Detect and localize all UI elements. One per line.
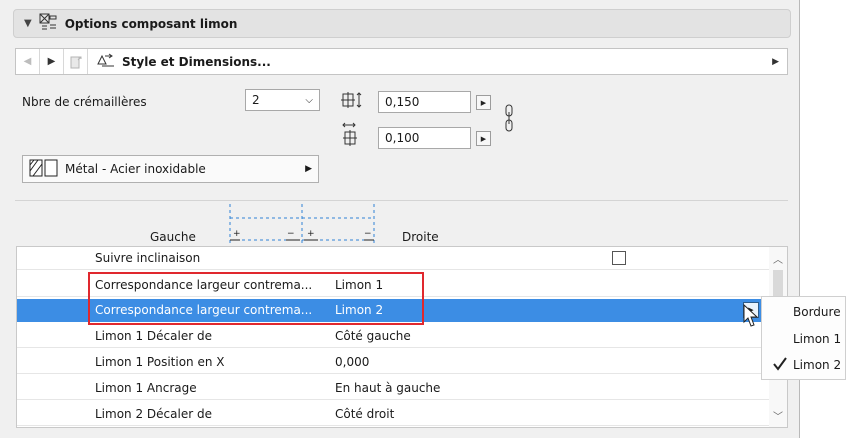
stringer-position-diagram: + − + − [224, 203, 380, 248]
stair-component-icon [39, 13, 57, 34]
collapse-triangle-icon[interactable]: ▼ [24, 18, 32, 29]
row-name: Limon 1 Position en X [95, 355, 225, 369]
width-arrow-button[interactable]: ▶ [476, 95, 491, 110]
svg-text:+: + [307, 229, 315, 239]
next-arrow-icon[interactable]: ▶ [40, 49, 64, 74]
prev-arrow-icon[interactable]: ◀ [16, 49, 40, 74]
checkmark-icon [772, 356, 788, 375]
style-nav-bar: ◀ ▶ Style et Dimensions... ▶ [15, 48, 788, 75]
svg-text:−: − [287, 229, 295, 239]
red-highlight-box [88, 272, 424, 325]
table-row[interactable]: Limon 1 Décaler de Côté gauche [17, 325, 770, 348]
row-name: Limon 1 Décaler de [95, 329, 212, 343]
expand-arrow-icon[interactable]: ▶ [772, 57, 779, 67]
row-value: Côté droit [335, 407, 395, 421]
table-row[interactable]: Limon 1 Ancrage En haut à gauche [17, 377, 770, 400]
table-row[interactable]: Suivre inclinaison [17, 247, 770, 270]
height-value: 0,100 [385, 131, 420, 145]
row-name: Limon 1 Ancrage [95, 381, 197, 395]
chain-link-icon[interactable] [504, 103, 514, 136]
cremailleres-select[interactable]: 2 ⌵ [245, 89, 320, 111]
row-value: 0,000 [335, 355, 370, 369]
material-icon [29, 159, 59, 180]
row-value: En haut à gauche [335, 381, 441, 395]
separator [15, 200, 788, 201]
options-panel: ▼ Options composant limon ◀ ▶ Style et D… [0, 0, 800, 438]
popup-item-limon2[interactable]: Limon 2 [762, 352, 846, 378]
table-row[interactable]: Limon 1 Position en X 0,000 [17, 351, 770, 374]
style-dimensions-button[interactable]: Style et Dimensions... [96, 52, 772, 71]
width-dimension-icon [339, 90, 367, 113]
svg-text:−: − [364, 229, 372, 239]
svg-text:+: + [233, 229, 241, 239]
cremailleres-label: Nbre de crémaillères [22, 95, 147, 109]
stringer-popup-menu: Bordure Limon 1 Limon 2 [761, 296, 846, 380]
table-row[interactable]: Limon 2 Décaler de Côté droit [17, 403, 770, 426]
height-dimension-icon [340, 122, 362, 151]
row-name: Suivre inclinaison [95, 251, 201, 265]
row-name: Limon 2 Décaler de [95, 407, 212, 421]
popup-item-bordure[interactable]: Bordure [762, 299, 846, 325]
style-dimensions-icon [96, 52, 116, 71]
right-side-label: Droite [402, 230, 439, 244]
style-dimensions-label: Style et Dimensions... [122, 54, 271, 69]
expand-arrow-icon: ▶ [305, 164, 312, 174]
popup-item-label: Limon 1 [793, 332, 842, 346]
row-value: Côté gauche [335, 329, 411, 343]
height-arrow-button[interactable]: ▶ [476, 131, 491, 146]
height-field[interactable]: 0,100 [378, 127, 471, 149]
material-selector[interactable]: Métal - Acier inoxidable ▶ [22, 155, 319, 183]
panel-header[interactable]: ▼ Options composant limon [13, 9, 791, 38]
popup-item-limon1[interactable]: Limon 1 [762, 326, 846, 352]
chevron-down-icon: ⌵ [305, 94, 313, 106]
material-label: Métal - Acier inoxidable [65, 162, 206, 176]
scroll-down-icon[interactable]: ﹀ [773, 408, 783, 423]
page-export-icon[interactable] [64, 49, 88, 74]
left-side-label: Gauche [150, 230, 196, 244]
scroll-up-icon[interactable]: ︿ [773, 251, 783, 266]
width-field[interactable]: 0,150 [378, 91, 471, 113]
mouse-cursor-icon [743, 303, 759, 331]
panel-title: Options composant limon [64, 16, 238, 31]
popup-item-label: Limon 2 [793, 358, 842, 372]
popup-item-label: Bordure [793, 305, 841, 319]
follow-slope-checkbox[interactable] [612, 251, 626, 265]
width-value: 0,150 [385, 95, 420, 109]
cremailleres-value: 2 [252, 93, 260, 107]
